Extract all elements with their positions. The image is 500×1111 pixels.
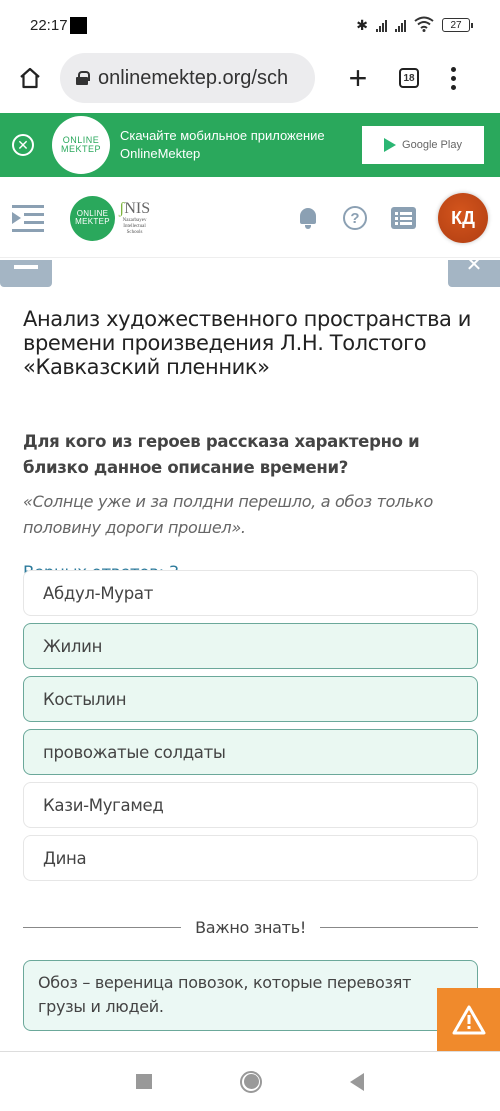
url-text: onlinemektep.org/sch [98,66,289,89]
close-panel-tab[interactable]: ✕ [448,260,500,287]
nis-subtitle: Schools [126,230,143,235]
divider-line [319,927,478,928]
battery-icon: 27 [442,18,473,32]
app-download-banner: ✕ ONLINE MEKTEP Скачайте мобильное прило… [0,113,500,177]
logo-text: MEKTEP [60,144,101,154]
answer-option[interactable]: Костылин [23,676,478,722]
important-note: Обоз – вереница повозок, которые перевоз… [23,960,478,1031]
new-tab-button[interactable]: + [339,62,377,94]
battery-level: 27 [450,19,462,31]
answer-label: Кази-Мугамед [43,795,164,815]
status-bar: 22:17 ✱ 27 [0,0,500,50]
header-actions: ? КД [297,193,488,243]
url-bar[interactable]: onlinemektep.org/sch [60,53,315,103]
status-time: 22:17 [30,16,87,34]
answer-list: Абдул-Мурат Жилин Костылин провожатые со… [23,570,478,888]
home-icon [20,67,40,89]
question-quote: «Солнце уже и за полдни перешло, а обоз … [23,492,434,537]
status-icons: ✱ 27 [356,16,473,35]
warning-triangle-icon [452,1005,485,1034]
back-button[interactable] [350,1072,364,1091]
answer-label: Жилин [43,636,103,656]
nis-title: NIS [124,200,151,217]
banner-text-line: Скачайте мобильное приложение [120,128,325,144]
banner-logo: ONLINE MEKTEP [52,116,110,174]
bell-icon[interactable] [297,206,319,230]
answer-label: Костылин [43,689,127,709]
answer-option[interactable]: провожатые солдаты [23,729,478,775]
banner-close-button[interactable]: ✕ [12,134,34,156]
answer-label: Дина [43,848,87,868]
lock-icon [76,71,90,85]
answer-option[interactable]: Жилин [23,623,478,669]
help-icon[interactable]: ? [343,206,367,230]
bluetooth-icon: ✱ [356,16,368,33]
browser-menu-button[interactable] [451,66,456,90]
banner-text: Скачайте мобильное приложение OnlineMekt… [120,127,350,162]
signal-icon [376,18,387,32]
signal-icon-2 [395,18,406,32]
answer-option[interactable]: Абдул-Мурат [23,570,478,616]
nis-logo: ʃNIS Nazarbayev Intellectual Schools [119,200,151,235]
clock-text: 22:17 [30,16,68,34]
android-nav-bar [0,1052,500,1111]
play-store-icon [384,138,397,152]
report-button[interactable] [437,988,500,1051]
header-divider [0,257,500,258]
tab-count: 18 [403,72,415,84]
banner-text-line: OnlineMektep [120,146,201,161]
user-avatar[interactable]: КД [438,193,488,243]
important-heading: Важно знать! [195,918,306,937]
site-header: ONLINE MEKTEP ʃNIS Nazarbayev Intellectu… [0,188,500,248]
recents-button[interactable] [136,1074,152,1089]
store-label: Google Play [402,139,462,151]
wifi-icon [414,16,434,35]
answer-option[interactable]: Дина [23,835,478,881]
lesson-title: Анализ художественного пространства и вр… [23,307,472,379]
question-text: Для кого из героев рассказа характерно и… [23,432,420,477]
sidebar-toggle-icon[interactable] [12,203,44,233]
home-button[interactable] [0,66,60,90]
answer-option[interactable]: Кази-Мугамед [23,782,478,828]
google-play-button[interactable]: Google Play [362,126,484,164]
onlinemektep-logo[interactable]: ONLINE MEKTEP [70,195,115,241]
lesson-content: Анализ художественного пространства и вр… [23,307,478,582]
logo-text: MEKTEP [75,217,110,226]
avatar-initials: КД [451,207,475,228]
notification-icon [69,16,87,34]
answer-label: провожатые солдаты [43,742,226,762]
divider-line [23,927,182,928]
list-icon[interactable] [391,207,416,229]
answer-label: Абдул-Мурат [43,583,154,603]
important-divider: Важно знать! [23,918,478,937]
home-nav-button[interactable] [240,1070,262,1093]
browser-toolbar: onlinemektep.org/sch + 18 [0,50,500,106]
lesson-menu-tab[interactable] [0,260,52,287]
tab-switcher-button[interactable]: 18 [399,68,419,88]
